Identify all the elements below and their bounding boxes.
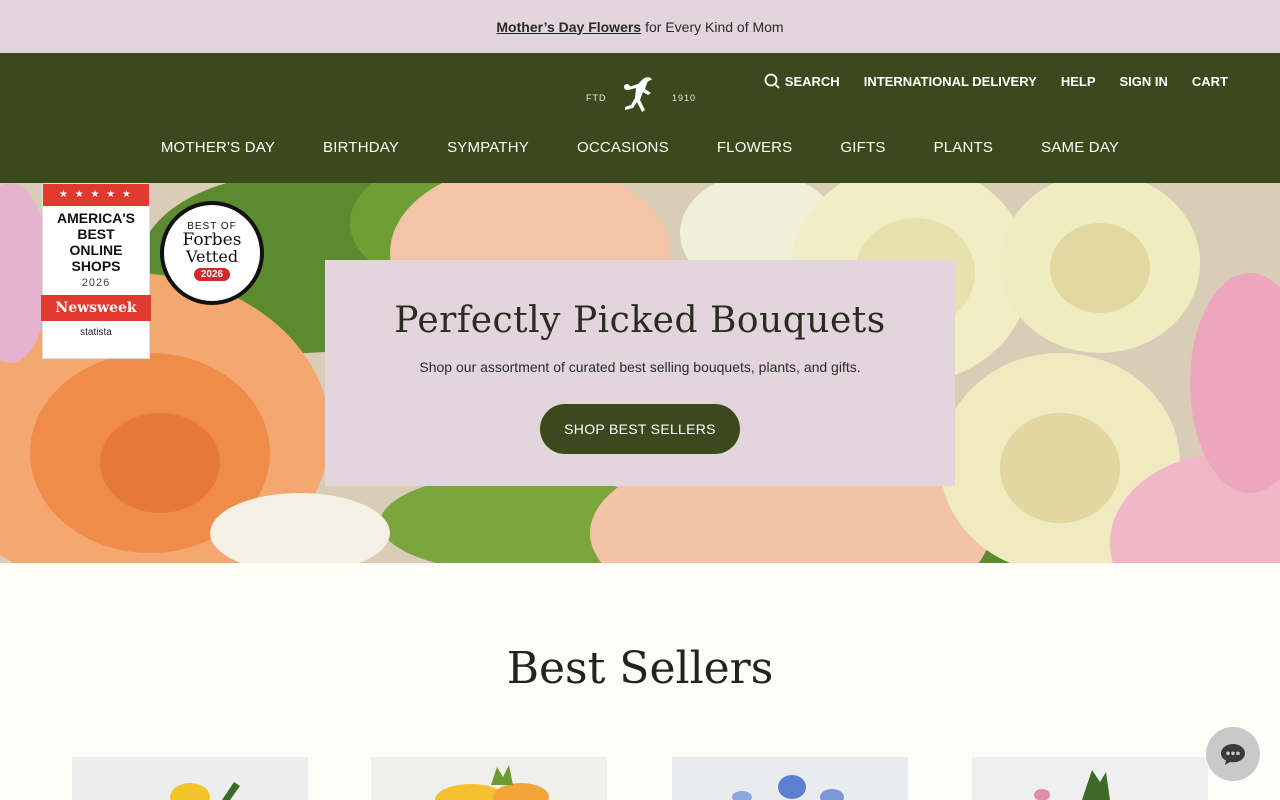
nav-plants[interactable]: PLANTS [910,139,1018,156]
forbes-year: 2026 [193,268,231,281]
statista-logo: statista [80,327,112,338]
product-grid [72,757,1208,800]
logo-text-right: 1910 [671,93,696,103]
product-image [371,757,607,800]
nav-birthday[interactable]: BIRTHDAY [299,139,423,156]
forbes-vetted-badge: BEST OF Forbes Vetted 2026 [160,201,264,305]
product-image [972,757,1208,800]
cart-link[interactable]: CART [1192,74,1228,89]
nav-same-day[interactable]: SAME DAY [1017,139,1143,156]
mothers-day-link[interactable]: Mother’s Day Flowers [496,19,641,35]
search-label: SEARCH [784,73,840,89]
product-card[interactable] [972,757,1208,800]
logo-text-left: FTD [586,93,607,103]
badge-stars: ★ ★ ★ ★ ★ [43,184,149,206]
chat-button[interactable] [1206,727,1260,781]
mercury-icon [624,77,653,112]
main-nav: MOTHER'S DAY BIRTHDAY SYMPATHY OCCASIONS… [0,139,1280,156]
nav-mothers-day[interactable]: MOTHER'S DAY [137,139,299,156]
hero-banner: ★ ★ ★ ★ ★ AMERICA'S BEST ONLINE SHOPS 20… [0,183,1280,563]
newsweek-badge: ★ ★ ★ ★ ★ AMERICA'S BEST ONLINE SHOPS 20… [41,183,151,359]
help-link[interactable]: HELP [1061,74,1096,89]
product-card[interactable] [371,757,607,800]
badge-year: 2026 [81,277,111,289]
nav-occasions[interactable]: OCCASIONS [553,139,693,156]
forbes-vetted: Vetted [185,247,239,266]
forbes-name: Forbes [182,230,242,250]
promo-text: for Every Kind of Mom [645,18,784,35]
sign-in-link[interactable]: SIGN IN [1119,74,1167,89]
chat-icon [1221,744,1245,765]
newsweek-logo: Newsweek [41,295,151,321]
promo-bar: Mother’s Day Flowers for Every Kind of M… [0,0,1280,53]
nav-flowers[interactable]: FLOWERS [693,139,817,156]
product-image [672,757,908,800]
search-button[interactable]: SEARCH [764,73,840,89]
hero-title: Perfectly Picked Bouquets [394,300,886,341]
product-card[interactable] [672,757,908,800]
search-icon [764,73,780,89]
shop-best-sellers-button[interactable]: SHOP BEST SELLERS [540,404,740,454]
product-image [72,757,308,800]
ftd-logo[interactable]: FTD 1910 [586,73,696,123]
hero-subtitle: Shop our assortment of curated best sell… [419,359,861,375]
best-sellers-title: Best Sellers [506,643,774,694]
product-card[interactable] [72,757,308,800]
nav-sympathy[interactable]: SYMPATHY [423,139,553,156]
international-delivery-link[interactable]: INTERNATIONAL DELIVERY [864,74,1037,89]
hero-card: Perfectly Picked Bouquets Shop our assor… [325,260,955,486]
utility-nav: SEARCH INTERNATIONAL DELIVERY HELP SIGN … [764,73,1228,89]
badge-headline: AMERICA'S BEST ONLINE SHOPS [57,210,135,274]
nav-gifts[interactable]: GIFTS [816,139,909,156]
site-header: FTD 1910 SEARCH INTERNATIONAL DELIVERY H… [0,53,1280,183]
